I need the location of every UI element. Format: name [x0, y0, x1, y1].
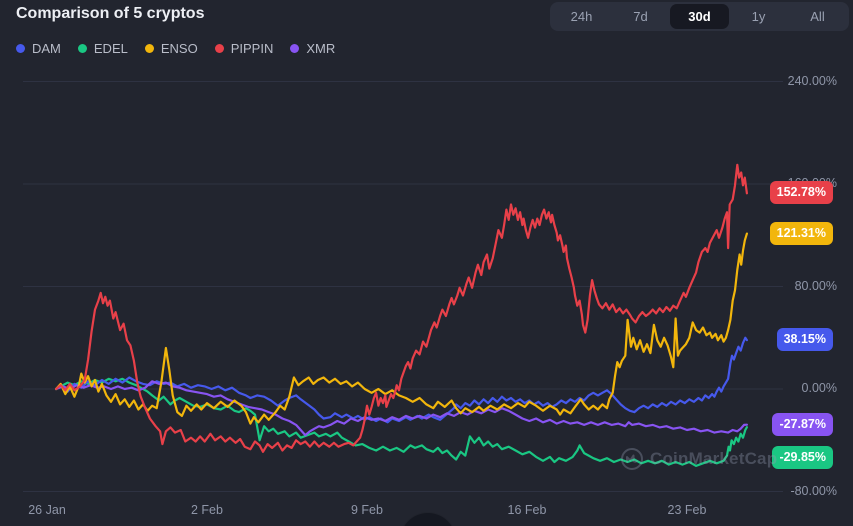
x-axis-tick-label: 9 Feb — [351, 503, 383, 517]
series-line-enso[interactable] — [54, 232, 749, 425]
x-axis-tick-label: 16 Feb — [507, 503, 547, 517]
y-axis-tick-label: 80.00% — [794, 278, 837, 293]
y-axis-tick-label: -80.00% — [790, 483, 837, 498]
watermark: CoinMarketCap — [620, 447, 777, 471]
crypto-comparison-widget: Comparison of 5 cryptos 24h 7d 30d 1y All DA… — [0, 0, 853, 526]
value-badge-pippin: 152.78% — [769, 181, 833, 205]
series-line-pippin[interactable] — [54, 163, 749, 453]
value-badge-enso: 121.31% — [769, 221, 833, 245]
x-axis-tick-label: 23 Feb — [667, 503, 707, 517]
value-badge-dam: 38.15% — [776, 328, 833, 352]
value-badge-xmr: -27.87% — [772, 412, 833, 436]
y-axis-tick-label: 240.00% — [787, 73, 837, 88]
watermark-text: CoinMarketCap — [650, 449, 778, 468]
value-badge-edel: -29.85% — [772, 445, 833, 469]
x-axis-tick-label: 2 Feb — [191, 503, 223, 517]
y-axis-tick-label: 0.00% — [801, 381, 837, 395]
coinmarketcap-logo-icon — [621, 448, 643, 470]
x-axis-tick-label: 26 Jan — [28, 503, 66, 517]
